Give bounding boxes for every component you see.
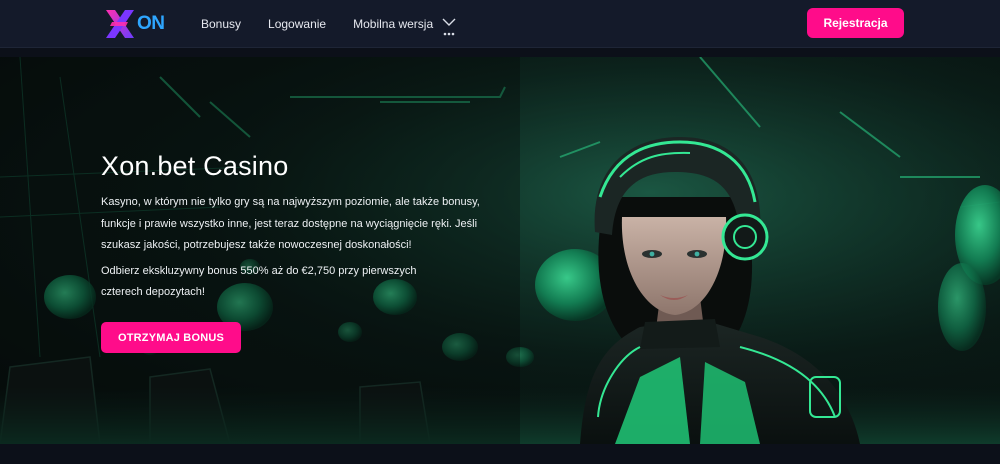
nav-item-bonusy[interactable]: Bonusy (201, 17, 241, 31)
nav-item-mobilna-wersja[interactable]: Mobilna wersja (353, 17, 433, 31)
more-menu-button[interactable] (440, 14, 458, 38)
get-bonus-button[interactable]: OTRZYMAJ BONUS (101, 322, 241, 353)
register-button[interactable]: Rejestracja (807, 8, 904, 38)
page-bottom-strip (0, 444, 1000, 464)
hero-banner: Xon.bet Casino Kasyno, w którym nie tylk… (0, 57, 1000, 444)
main-nav: Bonusy Logowanie Mobilna wersja (201, 0, 460, 48)
xon-logo[interactable]: ON (104, 6, 174, 42)
chevron-down-dots-icon (442, 18, 456, 36)
hero-title: Xon.bet Casino (101, 151, 289, 181)
top-bar: ON Bonusy Logowanie Mobilna wersja Rejes… (0, 0, 1000, 48)
hero-offer-text: Odbierz ekskluzywny bonus 550% aż do €2,… (101, 265, 417, 298)
nav-item-logowanie[interactable]: Logowanie (268, 17, 326, 31)
logo-text: ON (137, 13, 165, 34)
hero-description: Kasyno, w którym nie tylko gry są na naj… (101, 196, 480, 251)
